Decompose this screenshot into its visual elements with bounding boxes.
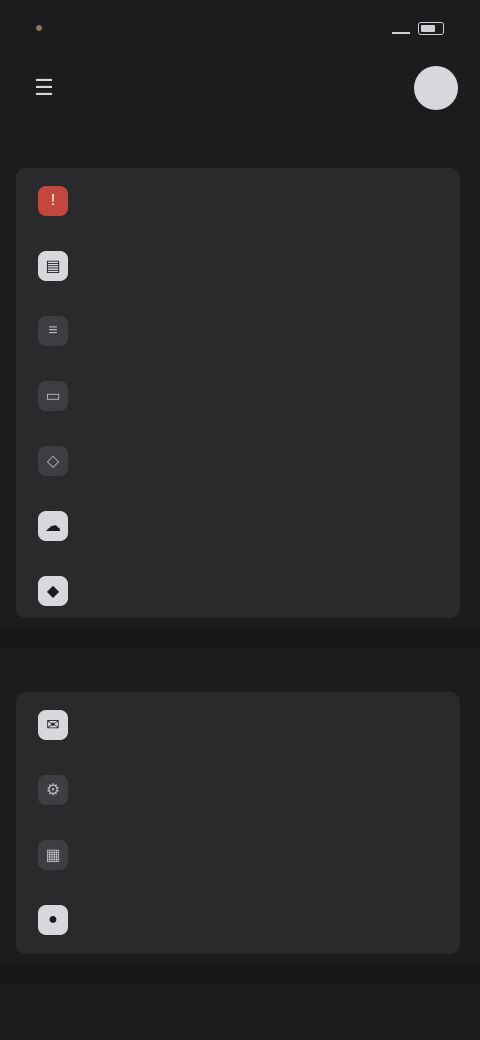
section-divider xyxy=(0,964,480,984)
list-icon: ≡ xyxy=(38,315,68,346)
menu-icon: ☰ xyxy=(34,75,54,100)
list-item[interactable]: ◇ xyxy=(16,428,460,493)
list-item[interactable]: ☁ xyxy=(16,493,460,558)
list-item[interactable]: ≡ xyxy=(16,298,460,363)
list-item[interactable]: ▦ xyxy=(16,822,460,887)
list-item[interactable]: ● xyxy=(16,887,460,952)
folder-icon: ▭ xyxy=(38,380,68,411)
list-item[interactable]: ⚙ xyxy=(16,757,460,822)
user-icon: ● xyxy=(38,904,68,935)
settings-card-2: ✉ ⚙ ▦ ● xyxy=(16,692,460,954)
list-item[interactable]: ◆ xyxy=(16,558,460,623)
alert-icon: ! xyxy=(38,185,68,216)
list-item[interactable]: ▤ xyxy=(16,233,460,298)
status-left xyxy=(36,25,50,31)
section-divider xyxy=(0,628,480,648)
list-item[interactable]: ▭ xyxy=(16,363,460,428)
app-bar: ☰ xyxy=(0,56,480,120)
menu-button[interactable]: ☰ xyxy=(24,68,64,108)
signal-icon xyxy=(392,22,410,34)
status-bar xyxy=(0,0,480,56)
settings-card-1: ! ▤ ≡ ▭ ◇ ☁ ◆ xyxy=(16,168,460,618)
status-right xyxy=(392,21,444,35)
mail-icon: ✉ xyxy=(38,709,68,740)
document-icon: ▤ xyxy=(38,250,68,281)
avatar[interactable] xyxy=(414,66,458,110)
shield-icon: ◆ xyxy=(38,575,68,606)
tag-icon: ◇ xyxy=(38,445,68,476)
battery-icon xyxy=(418,21,444,35)
settings-icon: ⚙ xyxy=(38,774,68,805)
calendar-icon: ▦ xyxy=(38,839,68,870)
cloud-icon: ☁ xyxy=(38,510,68,541)
list-item[interactable]: ✉ xyxy=(16,692,460,757)
status-indicator-icon xyxy=(36,25,42,31)
list-item[interactable]: ! xyxy=(16,168,460,233)
